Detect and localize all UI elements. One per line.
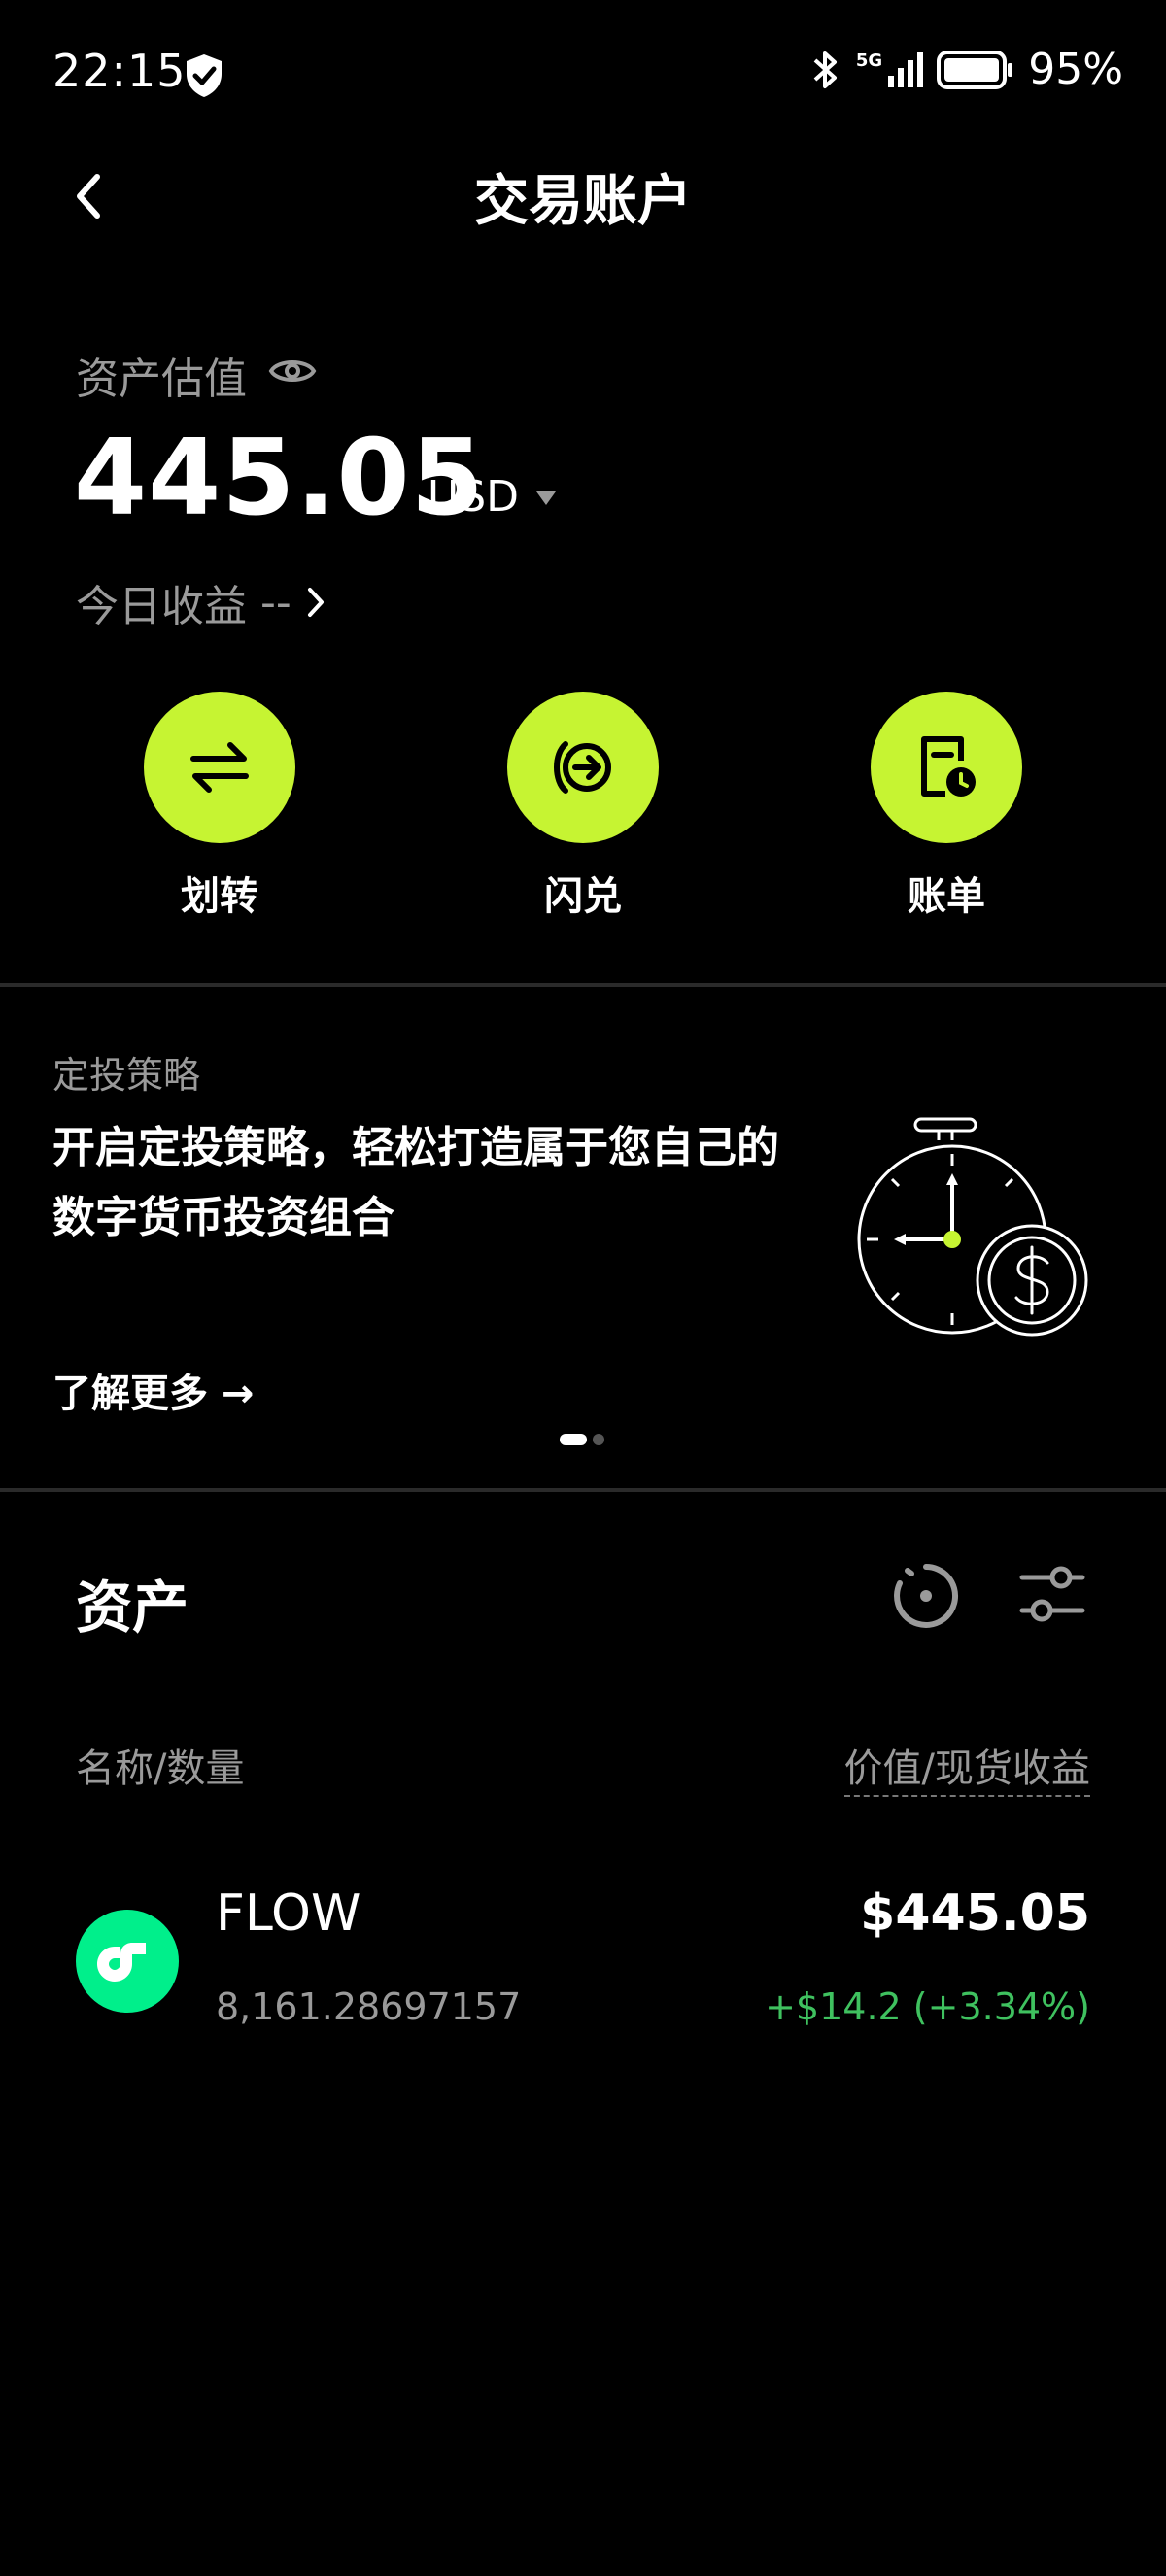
today-earnings-value: -- [260, 577, 292, 627]
asset-name: FLOW [216, 1884, 361, 1943]
chevron-right-icon [307, 588, 324, 617]
bluetooth-icon [813, 51, 837, 88]
asset-value: $445.05 [860, 1884, 1090, 1943]
status-time: 22:15 [52, 45, 187, 97]
history-icon[interactable] [892, 1562, 960, 1630]
learn-more-link[interactable]: 了解更多 → [52, 1362, 254, 1418]
bill-label: 账单 [908, 874, 985, 919]
column-header-value-pnl[interactable]: 价值/现货收益 [843, 1737, 1090, 1797]
column-header-name-qty: 名称/数量 [76, 1746, 245, 1791]
filter-settings-icon[interactable] [1018, 1564, 1086, 1628]
bill-button[interactable]: 账单 [871, 692, 1022, 921]
asset-valuation-label: 资产估值 [76, 355, 247, 404]
carousel-dots[interactable] [560, 1434, 604, 1445]
transfer-label: 划转 [181, 874, 258, 919]
today-earnings-label: 今日收益 [76, 582, 247, 631]
carousel-dot-active[interactable] [560, 1434, 587, 1445]
battery-percent: 95% [1028, 45, 1123, 94]
carousel-dot[interactable] [593, 1434, 604, 1445]
stopwatch-coin-illustration [857, 1117, 1088, 1337]
section-divider [0, 1488, 1166, 1492]
balance-value: 445.05 [74, 418, 485, 539]
banner-kicker: 定投策略 [52, 1054, 201, 1097]
status-indicators: 5G 95% [809, 45, 1123, 94]
flow-logo-icon [76, 1910, 179, 2013]
currency-selector[interactable]: USD [428, 472, 519, 522]
flash-swap-button[interactable]: 闪兑 [507, 692, 659, 921]
section-divider [0, 983, 1166, 987]
banner-title: 开启定投策略，轻松打造属于您自己的数字货币投资组合 [52, 1123, 779, 1242]
asset-quantity: 8,161.28697157 [216, 1985, 522, 2028]
asset-row[interactable]: FLOW 8,161.28697157 $445.05 +$14.2 (+3.3… [0, 1884, 1166, 2028]
bill-icon [921, 736, 976, 797]
network-type-label: 5G [855, 50, 883, 71]
transfer-button[interactable]: 划转 [144, 692, 295, 921]
assets-heading: 资产 [76, 1575, 189, 1641]
asset-spot-pnl: +$14.2 (+3.34%) [765, 1985, 1090, 2028]
today-earnings-row[interactable]: 今日收益 -- [76, 571, 326, 633]
battery-icon [937, 50, 1013, 89]
caret-down-icon[interactable] [536, 491, 556, 505]
flash-swap-label: 闪兑 [544, 874, 622, 919]
eye-icon[interactable] [268, 354, 317, 389]
shield-check-icon [187, 54, 222, 97]
back-arrow-icon[interactable] [66, 167, 115, 225]
transfer-icon [190, 742, 249, 793]
cellular-signal-icon: 5G [855, 50, 924, 87]
page-title: 交易账户 [474, 170, 692, 233]
flash-swap-icon [554, 741, 611, 794]
